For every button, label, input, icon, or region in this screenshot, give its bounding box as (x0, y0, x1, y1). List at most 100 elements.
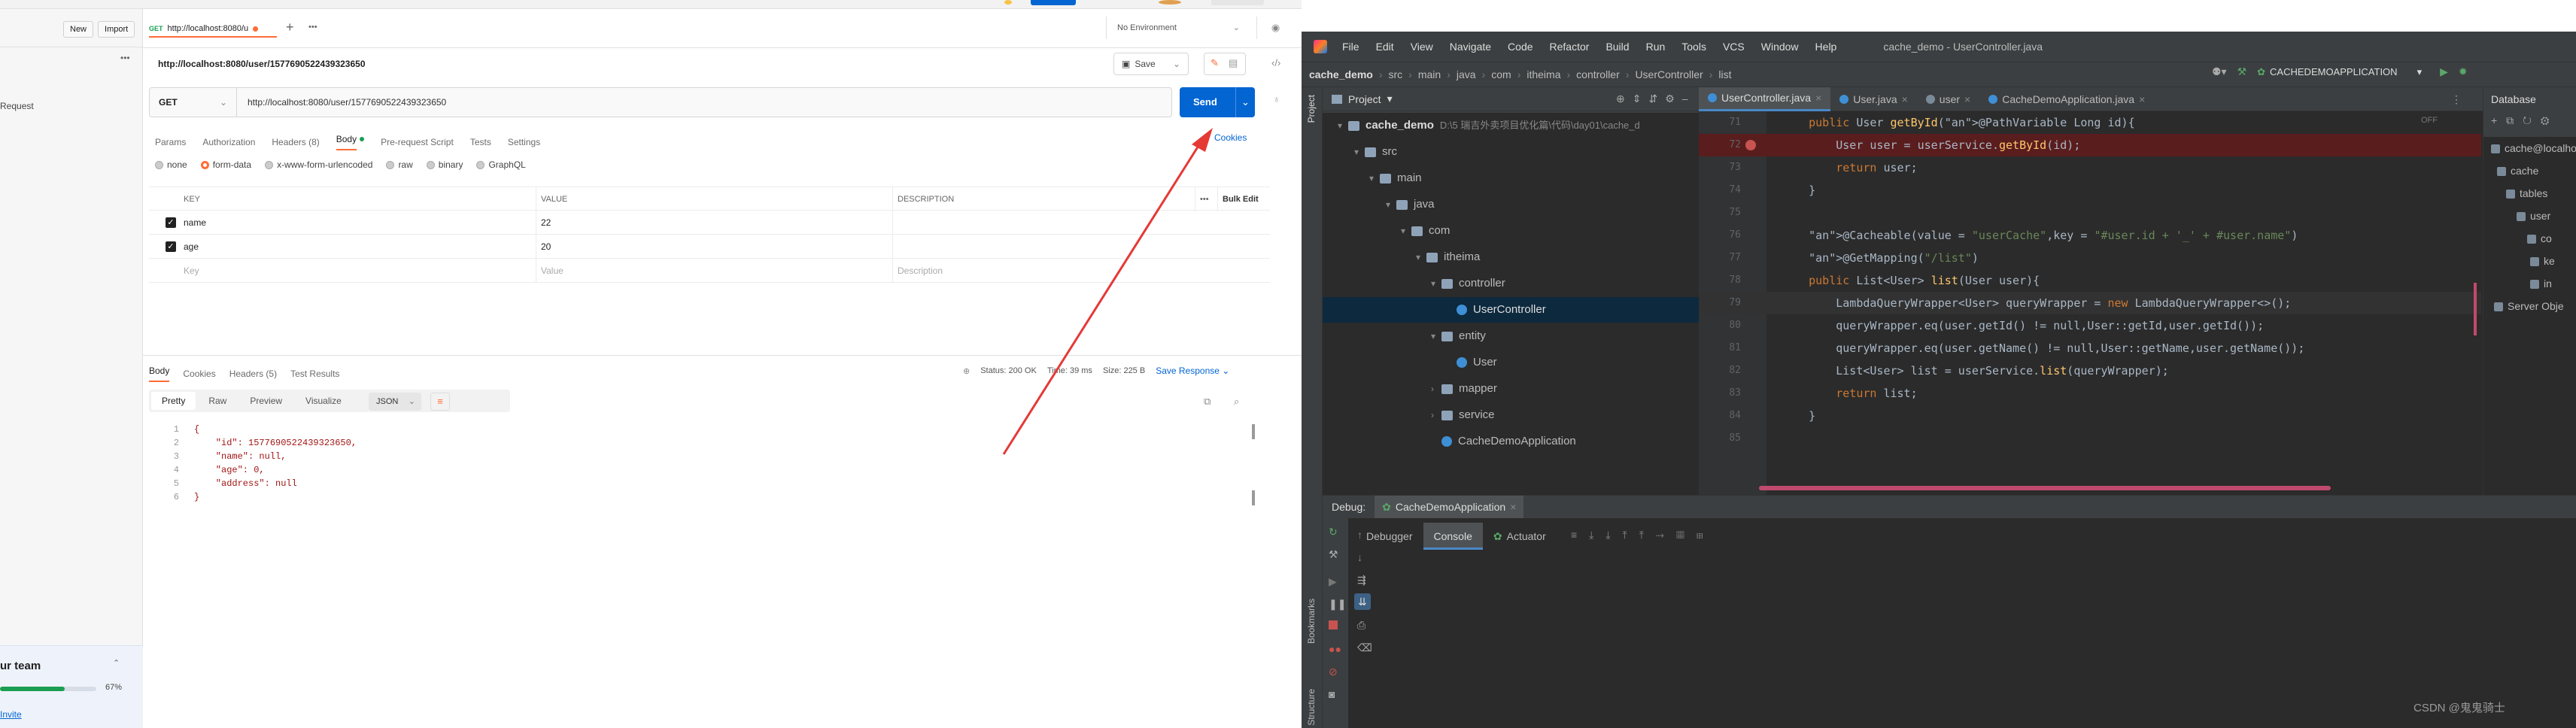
debug-tab-actuator[interactable]: ✿ Actuator (1483, 523, 1557, 550)
sidebar-more-icon[interactable]: ••• (120, 53, 130, 63)
menu-view[interactable]: View (1411, 41, 1433, 53)
menu-build[interactable]: Build (1605, 41, 1629, 53)
close-tab-icon[interactable]: × (1815, 92, 1821, 104)
radio-icon[interactable] (426, 161, 435, 170)
tab-settings[interactable]: Settings (508, 137, 540, 147)
save-button[interactable]: ▣ Save ⌄ (1113, 53, 1189, 75)
invite-link[interactable]: Invite (0, 709, 22, 720)
wrap-lines-icon[interactable]: ≡ (430, 393, 450, 411)
radio-icon[interactable] (200, 161, 209, 170)
breadcrumb-item[interactable]: controller (1576, 68, 1620, 80)
mute-breakpoints-icon[interactable]: ⊘ (1329, 666, 1338, 678)
view-mode-visualize[interactable]: Visualize (295, 392, 352, 410)
method-select[interactable]: GET ⌄ (150, 88, 237, 117)
add-tab-icon[interactable]: + (286, 20, 294, 35)
format-select[interactable]: JSON ⌄ (369, 393, 421, 411)
database-item[interactable]: user (2517, 205, 2550, 227)
editor-scroll-thumb[interactable] (2474, 283, 2477, 335)
tree-item[interactable]: › mapper (1323, 376, 1699, 402)
arrow-down-icon[interactable]: ↓ (1357, 551, 1362, 563)
description-placeholder[interactable]: Description (892, 259, 943, 283)
tree-expand-icon[interactable]: ▾ (1431, 271, 1441, 296)
upgrade-button[interactable] (1031, 0, 1076, 5)
resume-icon[interactable]: ▶ (1329, 575, 1337, 588)
scrollbar-thumb-lower[interactable] (1252, 490, 1255, 505)
editor-tab[interactable]: User.java × (1830, 87, 1917, 111)
request-title[interactable]: http://localhost:8080/user/1577690522439… (158, 59, 366, 69)
key-placeholder[interactable]: Key (184, 259, 199, 283)
send-button[interactable]: Send ⌄ (1180, 87, 1255, 117)
project-label[interactable]: Project (1348, 93, 1381, 105)
close-tab-icon[interactable]: × (1964, 93, 1970, 105)
editor-tabs-more-icon[interactable]: ⋮ (2451, 93, 2462, 106)
view-mode-preview[interactable]: Preview (239, 392, 293, 410)
body-type-graphql[interactable]: GraphQL (476, 159, 526, 170)
row-value[interactable]: 22 (536, 211, 892, 235)
breadcrumb-item[interactable]: UserController (1635, 68, 1703, 80)
debug-icon[interactable]: ✹ (2459, 65, 2468, 78)
menu-navigate[interactable]: Navigate (1450, 41, 1491, 53)
search-icon[interactable]: ⌕ (1234, 396, 1239, 408)
run-config-selector[interactable]: ✿ CACHEDEMOAPPLICATION ▾ (2257, 66, 2422, 78)
tab-tests[interactable]: Tests (470, 137, 491, 147)
breadcrumb-item[interactable]: java (1457, 68, 1476, 80)
new-button[interactable]: New (63, 21, 94, 38)
row-key[interactable]: name (184, 211, 206, 235)
database-item[interactable]: in (2530, 272, 2552, 295)
send-chevron-icon[interactable]: ⌄ (1235, 87, 1255, 117)
debug-tab-debugger[interactable]: Debugger (1356, 523, 1423, 550)
row-checkbox[interactable]: ✓ (166, 217, 176, 228)
menu-edit[interactable]: Edit (1376, 41, 1394, 53)
response-tab-body[interactable]: Body (149, 366, 170, 382)
avatar[interactable] (1159, 0, 1181, 5)
database-item[interactable]: cache (2497, 159, 2538, 182)
import-button[interactable]: Import (98, 21, 135, 38)
tree-expand-icon[interactable]: ▾ (1416, 244, 1426, 270)
menu-tools[interactable]: Tools (1681, 41, 1706, 53)
view-mode-raw[interactable]: Raw (198, 392, 237, 410)
view-breakpoints-icon[interactable]: ●● (1329, 643, 1341, 655)
project-chevron-icon[interactable]: ▾ (1387, 93, 1393, 105)
sidebar-request-label[interactable]: Request (0, 101, 34, 111)
tree-item[interactable]: ▾ main (1323, 165, 1699, 191)
body-type-raw[interactable]: raw (386, 159, 413, 170)
breadcrumb-item[interactable]: list (1718, 68, 1731, 80)
url-input[interactable]: http://localhost:8080/user/1577690522439… (248, 88, 446, 117)
value-placeholder[interactable]: Value (536, 259, 564, 283)
build-hammer-icon[interactable]: ⚒ (2237, 65, 2247, 78)
tree-item[interactable]: ▾ entity (1323, 323, 1699, 349)
pause-icon[interactable]: ❚❚ (1329, 598, 1346, 611)
clear-console-icon[interactable]: ⌫ (1357, 642, 1372, 654)
tree-expand-icon[interactable]: ▾ (1431, 323, 1441, 349)
tab-pre-request-script[interactable]: Pre-request Script (381, 137, 454, 147)
lightbulb-icon[interactable]: ♁ (1273, 93, 1280, 105)
response-tab-cookies[interactable]: Cookies (183, 369, 215, 379)
debug-session-tab[interactable]: ✿ CacheDemoApplication × (1375, 496, 1524, 518)
breadcrumb-item[interactable]: cache_demo (1309, 68, 1373, 80)
soft-wrap-icon[interactable]: ⇶ (1357, 574, 1366, 587)
scroll-to-end-icon[interactable]: ⇊ (1354, 593, 1371, 610)
tree-item[interactable]: ▾ com (1323, 218, 1699, 244)
radio-icon[interactable] (155, 161, 163, 170)
body-type-x-www-form-urlencoded[interactable]: x-www-form-urlencoded (265, 159, 372, 170)
tree-item[interactable]: ▾ src (1323, 139, 1699, 165)
camera-icon[interactable]: ◙ (1329, 688, 1335, 700)
row-key[interactable]: age (184, 235, 199, 259)
tree-expand-icon[interactable]: ▾ (1369, 165, 1380, 191)
radio-icon[interactable] (265, 161, 274, 170)
tree-item[interactable]: UserController (1323, 297, 1699, 323)
comment-icon[interactable]: ▤ (1229, 57, 1238, 69)
tree-item[interactable]: User (1323, 350, 1699, 375)
database-item[interactable]: Server Obje (2494, 295, 2564, 317)
editor-tab[interactable]: CacheDemoApplication.java × (1979, 87, 2154, 111)
radio-icon[interactable] (476, 161, 485, 170)
response-tab-headers-5[interactable]: Headers (5) (229, 369, 277, 379)
body-type-form-data[interactable]: form-data (200, 159, 251, 170)
close-tab-icon[interactable]: × (2139, 93, 2145, 105)
print-icon[interactable]: ⎙ (1357, 619, 1365, 632)
row-checkbox[interactable]: ✓ (166, 241, 176, 252)
editor-tab[interactable]: user × (1917, 87, 1979, 111)
menu-run[interactable]: Run (1646, 41, 1666, 53)
menu-window[interactable]: Window (1761, 41, 1799, 53)
menu-refactor[interactable]: Refactor (1550, 41, 1590, 53)
